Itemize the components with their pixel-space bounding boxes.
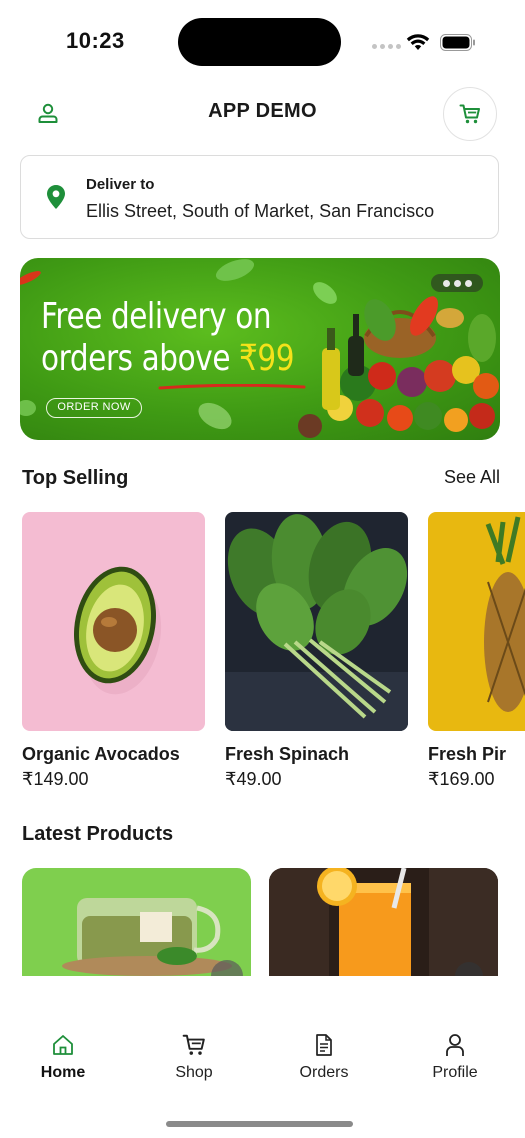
see-all-link[interactable]: See All bbox=[444, 467, 500, 488]
signal-icon bbox=[372, 44, 401, 49]
product-card[interactable]: Fresh Pir ₹169.00 bbox=[428, 512, 525, 790]
bottom-tab-bar: Home Shop Orders Profile bbox=[0, 976, 525, 1138]
order-now-button[interactable]: ORDER NOW bbox=[46, 398, 142, 418]
product-name: Organic Avocados bbox=[22, 744, 180, 764]
tab-shop[interactable]: Shop bbox=[134, 1032, 254, 1082]
product-name: Fresh Pir bbox=[428, 744, 507, 764]
deliver-to-label: Deliver to bbox=[86, 176, 155, 193]
home-indicator[interactable] bbox=[166, 1121, 353, 1127]
tab-orders[interactable]: Orders bbox=[264, 1032, 384, 1082]
wifi-icon bbox=[406, 34, 430, 50]
latest-products-title: Latest Products bbox=[22, 823, 174, 845]
dynamic-island bbox=[178, 18, 341, 66]
banner-headline-line1: Free delivery on bbox=[41, 296, 272, 337]
battery-icon bbox=[440, 34, 475, 51]
product-card[interactable]: Organic Avocados ₹149.00 bbox=[22, 512, 205, 790]
cart-button[interactable] bbox=[443, 87, 497, 141]
product-image bbox=[22, 868, 251, 976]
product-image bbox=[225, 512, 408, 731]
promo-banner[interactable]: Free delivery on orders above ₹99 ORDER … bbox=[20, 258, 500, 440]
product-image bbox=[22, 512, 205, 731]
product-card[interactable]: Fresh Spinach ₹49.00 bbox=[225, 512, 408, 790]
user-icon bbox=[446, 1034, 464, 1056]
product-name: Fresh Spinach bbox=[225, 744, 350, 764]
banner-price: ₹99 bbox=[239, 338, 295, 379]
delivery-address: Ellis Street, South of Market, San Franc… bbox=[86, 201, 435, 221]
tab-home[interactable]: Home bbox=[3, 1032, 123, 1082]
tab-label: Profile bbox=[432, 1064, 478, 1081]
cart-icon bbox=[182, 1034, 205, 1055]
cart-icon bbox=[459, 104, 480, 124]
home-icon bbox=[53, 1035, 73, 1055]
banner-line2-prefix: orders above bbox=[41, 338, 240, 379]
tab-label: Orders bbox=[299, 1064, 349, 1081]
tab-label: Shop bbox=[175, 1064, 213, 1081]
product-price: ₹49.00 bbox=[225, 769, 282, 789]
location-pin-icon bbox=[47, 185, 65, 209]
product-image bbox=[428, 512, 525, 731]
tab-label: Home bbox=[40, 1064, 86, 1081]
product-price: ₹169.00 bbox=[428, 769, 495, 789]
product-price: ₹149.00 bbox=[22, 769, 89, 789]
status-time: 10:23 bbox=[66, 28, 125, 53]
product-image bbox=[269, 868, 498, 976]
status-bar: 10:23 bbox=[0, 0, 525, 84]
top-selling-title: Top Selling bbox=[22, 467, 129, 489]
latest-product-card[interactable] bbox=[22, 868, 251, 976]
app-header: APP DEMO bbox=[0, 84, 525, 141]
document-icon bbox=[316, 1034, 332, 1056]
carousel-indicator bbox=[431, 274, 483, 292]
latest-product-card[interactable] bbox=[269, 868, 498, 976]
tab-profile[interactable]: Profile bbox=[395, 1032, 515, 1082]
delivery-address-card[interactable]: Deliver to Ellis Street, South of Market… bbox=[20, 155, 499, 239]
banner-underline bbox=[158, 384, 306, 390]
banner-headline-line2: orders above ₹99 bbox=[41, 338, 295, 379]
